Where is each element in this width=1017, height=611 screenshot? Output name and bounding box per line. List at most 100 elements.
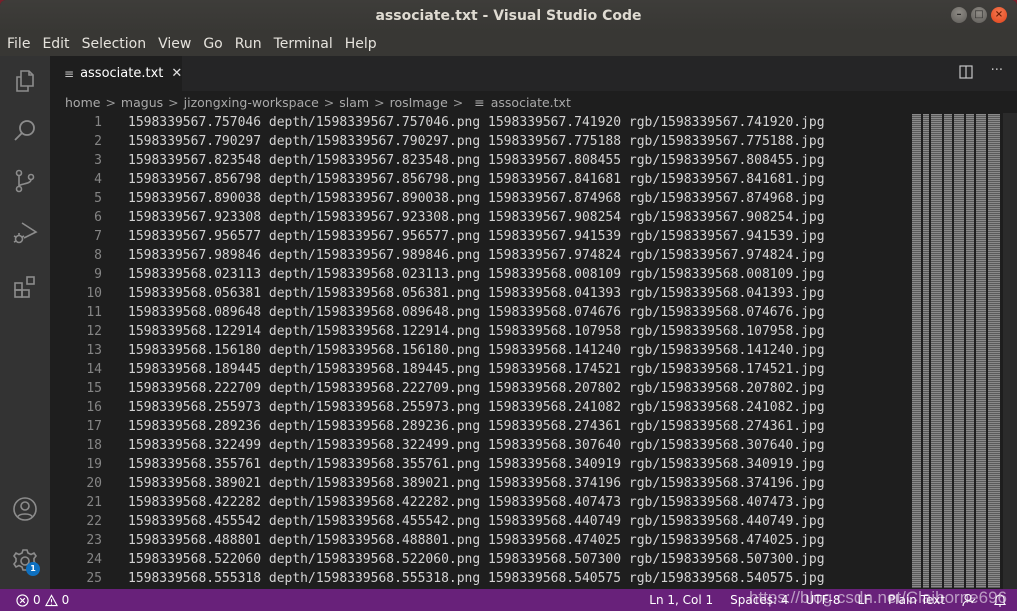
editor-line[interactable]: 10 1598339568.056381 depth/1598339568.056… <box>50 284 825 303</box>
line-number: 17 <box>86 419 102 434</box>
split-editor-icon[interactable] <box>958 65 973 79</box>
line-number: 16 <box>86 400 102 415</box>
menu-terminal[interactable]: Terminal <box>274 36 333 52</box>
line-number: 2 <box>94 134 102 149</box>
line-text: 1598339567.989846 depth/1598339567.98984… <box>128 248 825 263</box>
menu-go[interactable]: Go <box>203 36 222 52</box>
language-mode[interactable]: Plain Text <box>888 593 945 607</box>
editor-lines[interactable]: 1 1598339567.757046 depth/1598339567.7570… <box>50 113 825 588</box>
error-icon <box>16 593 29 607</box>
extensions-icon[interactable] <box>12 274 38 300</box>
error-count: 0 <box>33 593 41 607</box>
breadcrumb: home > magus > jizongxing-workspace > sl… <box>50 91 1017 113</box>
line-text: 1598339568.189445 depth/1598339568.18944… <box>128 362 825 377</box>
editor-line[interactable]: 6 1598339567.923308 depth/1598339567.9233… <box>50 208 824 227</box>
editor-line[interactable]: 13 1598339568.156180 depth/1598339568.156… <box>50 341 824 360</box>
line-number: 24 <box>86 552 102 567</box>
editor-line[interactable]: 17 1598339568.289236 depth/1598339568.289… <box>50 417 825 436</box>
explorer-icon[interactable] <box>12 68 38 94</box>
vscode-window: associate.txt - Visual Studio Code – □ ×… <box>0 0 1017 611</box>
title-bar: associate.txt - Visual Studio Code – □ × <box>0 0 1017 32</box>
editor-line[interactable]: 16 1598339568.255973 depth/1598339568.255… <box>50 398 825 417</box>
editor-line[interactable]: 15 1598339568.222709 depth/1598339568.222… <box>50 379 824 398</box>
editor-line[interactable]: 21 1598339568.422282 depth/1598339568.422… <box>50 493 824 512</box>
line-text: 1598339567.956577 depth/1598339567.95657… <box>128 229 825 244</box>
menu-selection[interactable]: Selection <box>82 36 147 52</box>
tab-associate-txt[interactable]: ≡ associate.txt ✕ <box>50 56 182 91</box>
editor-line[interactable]: 8 1598339567.989846 depth/1598339567.9898… <box>50 246 825 265</box>
editor-line[interactable]: 5 1598339567.890038 depth/1598339567.8900… <box>50 189 825 208</box>
editor-line[interactable]: 3 1598339567.823548 depth/1598339567.8235… <box>50 151 824 170</box>
editor-line[interactable]: 7 1598339567.956577 depth/1598339567.9565… <box>50 227 825 246</box>
editor-line[interactable]: 14 1598339568.189445 depth/1598339568.189… <box>50 360 825 379</box>
menu-file[interactable]: File <box>7 36 30 52</box>
problems-status[interactable]: 0 0 <box>16 589 69 611</box>
source-control-icon[interactable] <box>12 168 38 194</box>
editor-line[interactable]: 24 1598339568.522060 depth/1598339568.522… <box>50 550 824 569</box>
line-number: 6 <box>94 210 102 225</box>
encoding[interactable]: UTF-8 <box>805 593 840 607</box>
line-text: 1598339568.255973 depth/1598339568.25597… <box>128 400 825 415</box>
line-text: 1598339567.790297 depth/1598339567.79029… <box>128 134 825 149</box>
editor-line[interactable]: 23 1598339568.488801 depth/1598339568.488… <box>50 531 824 550</box>
editor-line[interactable]: 2 1598339567.790297 depth/1598339567.7902… <box>50 132 825 151</box>
breadcrumb-magus[interactable]: magus <box>121 95 163 110</box>
editor-line[interactable]: 18 1598339568.322499 depth/1598339568.322… <box>50 436 824 455</box>
editor-line[interactable]: 22 1598339568.455542 depth/1598339568.455… <box>50 512 824 531</box>
editor-line[interactable]: 1 1598339567.757046 depth/1598339567.7570… <box>50 113 825 132</box>
run-debug-icon[interactable] <box>12 220 38 246</box>
editor[interactable]: 1 1598339567.757046 depth/1598339567.7570… <box>50 113 1017 589</box>
menu-view[interactable]: View <box>158 36 191 52</box>
more-actions-icon[interactable]: ··· <box>991 64 1003 79</box>
line-text: 1598339568.023113 depth/1598339568.02311… <box>128 267 825 282</box>
account-icon[interactable] <box>12 496 38 522</box>
breadcrumb-rosimage[interactable]: rosImage <box>390 95 448 110</box>
line-number: 22 <box>86 514 102 529</box>
line-number: 14 <box>86 362 102 377</box>
breadcrumb-workspace[interactable]: jizongxing-workspace <box>184 95 319 110</box>
breadcrumb-file[interactable]: associate.txt <box>491 95 571 110</box>
editor-line[interactable]: 20 1598339568.389021 depth/1598339568.389… <box>50 474 824 493</box>
editor-line[interactable]: 4 1598339567.856798 depth/1598339567.8567… <box>50 170 824 189</box>
menu-edit[interactable]: Edit <box>42 36 69 52</box>
editor-line[interactable]: 9 1598339568.023113 depth/1598339568.0231… <box>50 265 825 284</box>
breadcrumb-home[interactable]: home <box>65 95 100 110</box>
feedback-icon[interactable] <box>962 593 976 607</box>
warning-count: 0 <box>61 593 70 607</box>
line-number: 21 <box>86 495 102 510</box>
menu-run[interactable]: Run <box>235 36 262 52</box>
line-number: 8 <box>94 248 102 263</box>
settings-badge: 1 <box>26 562 40 576</box>
close-window-button[interactable]: × <box>991 7 1007 23</box>
end-of-line[interactable]: LF <box>857 593 871 607</box>
line-text: 1598339567.757046 depth/1598339567.75704… <box>128 115 825 130</box>
editor-line[interactable]: 12 1598339568.122914 depth/1598339568.122… <box>50 322 825 341</box>
bell-icon[interactable] <box>993 593 1007 607</box>
line-number: 13 <box>86 343 102 358</box>
minimap[interactable] <box>912 113 1002 589</box>
line-text: 1598339567.890038 depth/1598339567.89003… <box>128 191 825 206</box>
cursor-position[interactable]: Ln 1, Col 1 <box>649 593 713 607</box>
line-text: 1598339568.056381 depth/1598339568.05638… <box>128 286 825 301</box>
editor-line[interactable]: 11 1598339568.089648 depth/1598339568.089… <box>50 303 824 322</box>
line-number: 1 <box>94 115 102 130</box>
line-text: 1598339568.289236 depth/1598339568.28923… <box>128 419 825 434</box>
text-file-icon: ≡ <box>474 94 485 110</box>
chevron-right-icon: > <box>168 94 179 110</box>
line-number: 25 <box>86 571 102 586</box>
editor-line[interactable]: 19 1598339568.355761 depth/1598339568.355… <box>50 455 824 474</box>
window-title: associate.txt - Visual Studio Code <box>375 8 642 24</box>
indentation[interactable]: Spaces: 4 <box>730 593 788 607</box>
maximize-button[interactable]: □ <box>971 7 987 23</box>
editor-actions: ··· <box>958 64 1003 79</box>
activity-bar: 1 <box>0 56 50 589</box>
breadcrumb-slam[interactable]: slam <box>339 95 369 110</box>
search-icon[interactable] <box>12 118 38 144</box>
line-text: 1598339568.122914 depth/1598339568.12291… <box>128 324 825 339</box>
close-tab-icon[interactable]: ✕ <box>171 66 182 81</box>
minimize-button[interactable]: – <box>951 7 967 23</box>
editor-line[interactable]: 25 1598339568.555318 depth/1598339568.555… <box>50 569 824 588</box>
menu-help[interactable]: Help <box>345 36 377 52</box>
line-number: 12 <box>86 324 102 339</box>
vertical-scrollbar[interactable] <box>1003 113 1017 589</box>
